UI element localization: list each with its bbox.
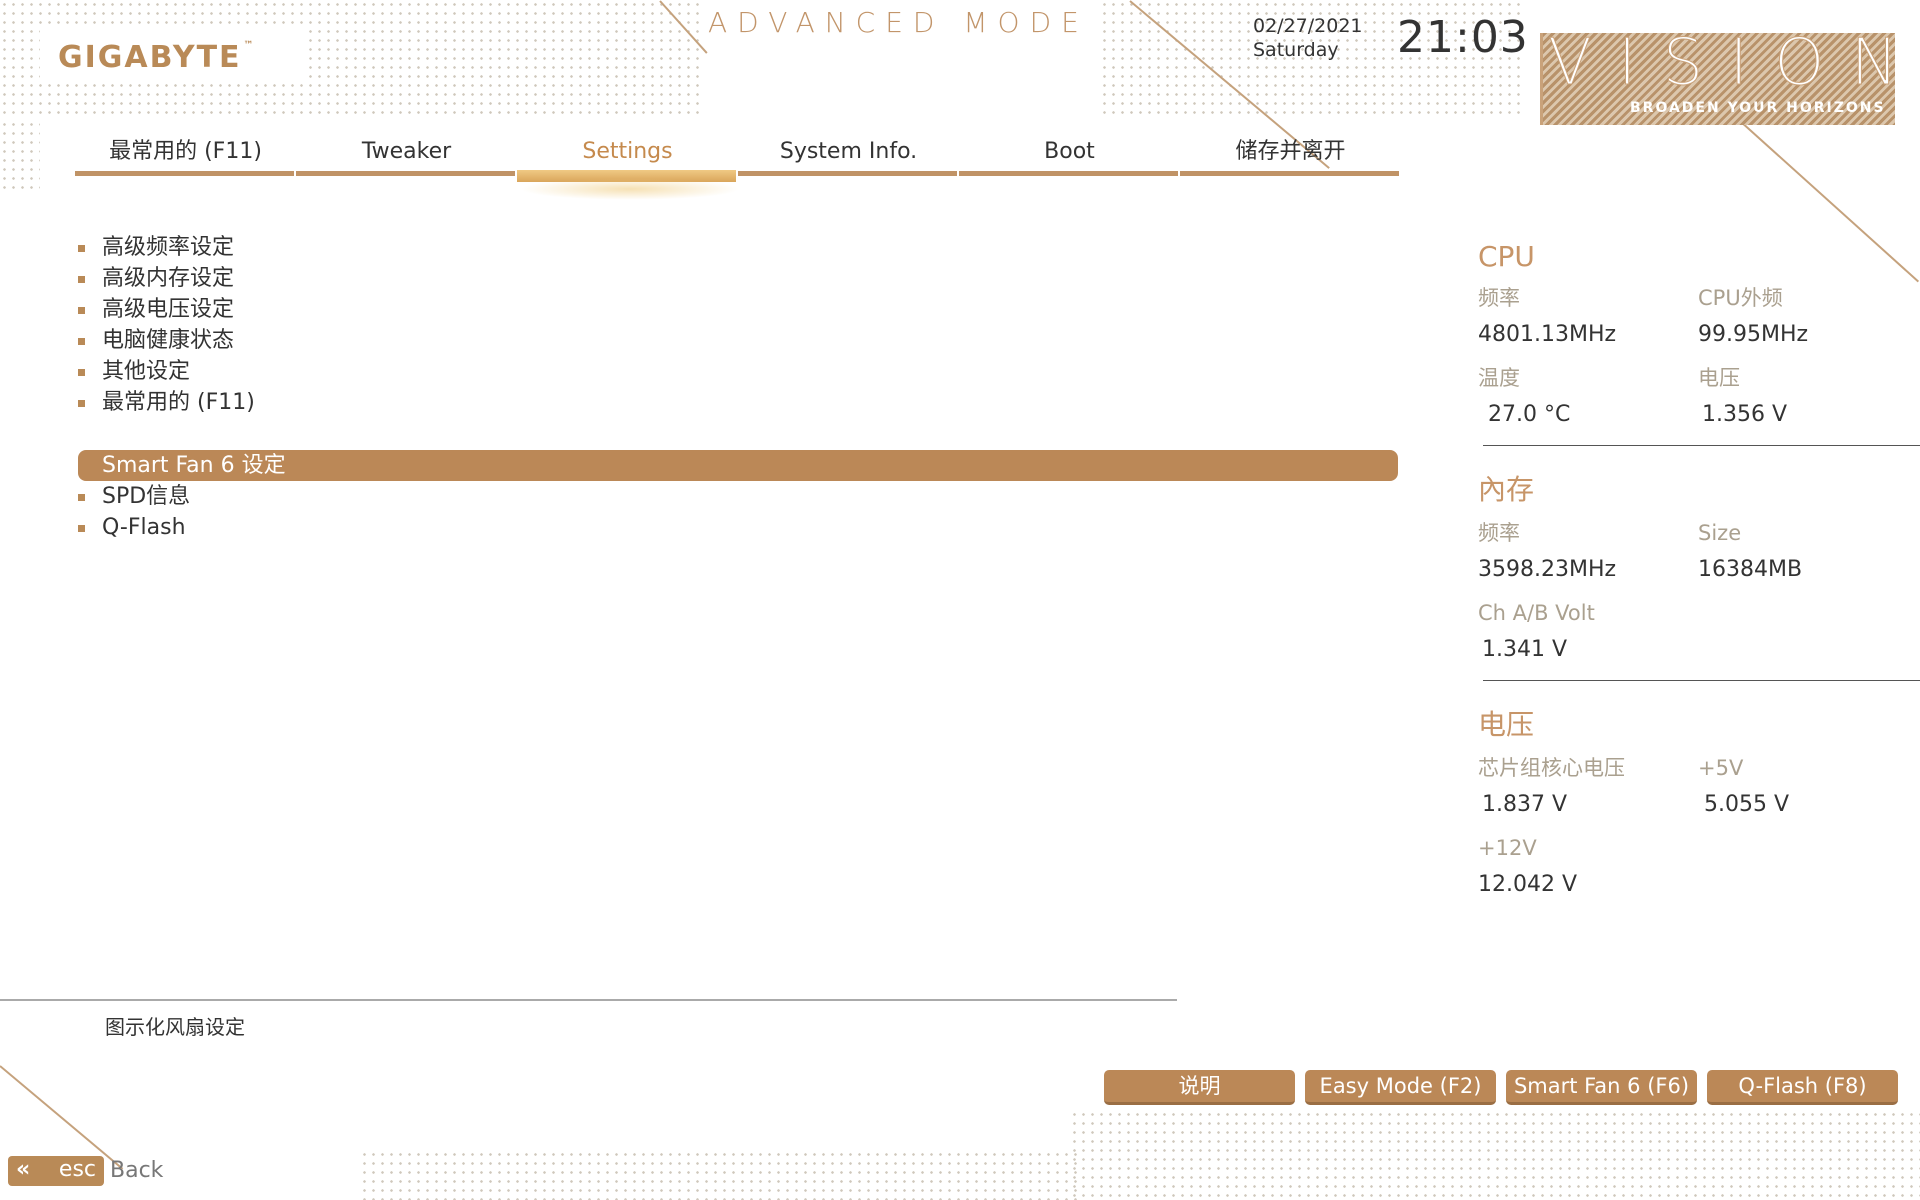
v5-label: +5V <box>1698 756 1744 780</box>
memory-size-value: 16384MB <box>1698 557 1803 582</box>
date-display: 02/27/2021 Saturday <box>1253 14 1363 62</box>
v12-label: +12V <box>1478 836 1537 860</box>
easy-mode-button[interactable]: Easy Mode (F2) <box>1305 1070 1496 1105</box>
clock: 21:03 <box>1397 12 1529 63</box>
chipset-voltage-value: 1.837 V <box>1482 792 1568 817</box>
cpu-voltage-value: 1.356 V <box>1702 402 1788 427</box>
cpu-bclk-value: 99.95MHz <box>1698 322 1809 347</box>
back-label[interactable]: Back <box>110 1158 163 1183</box>
cpu-bclk-label: CPU外频 <box>1698 286 1783 310</box>
menu-item-advanced-voltage[interactable]: 高级电压设定 <box>78 294 1398 325</box>
tab-save-exit[interactable]: 储存并离开 <box>1180 130 1401 176</box>
esc-label: esc <box>58 1157 96 1182</box>
section-divider <box>1483 680 1920 681</box>
cpu-temperature-value: 27.0 °C <box>1488 402 1571 427</box>
help-divider <box>0 999 1177 1001</box>
chipset-voltage-label: 芯片组核心电压 <box>1478 756 1625 780</box>
cpu-frequency-label: 频率 <box>1478 286 1520 310</box>
voltage-section-title: 电压 <box>1478 708 1535 741</box>
menu-gap <box>78 418 1398 450</box>
section-divider <box>1483 445 1920 446</box>
menu-item-spd-info[interactable]: SPD信息 <box>78 481 1398 512</box>
tab-boot[interactable]: Boot <box>959 130 1180 176</box>
memory-voltage-value: 1.341 V <box>1482 637 1568 662</box>
v12-value: 12.042 V <box>1478 872 1578 897</box>
date-text: 02/27/2021 <box>1253 15 1363 37</box>
cpu-frequency-value: 4801.13MHz <box>1478 322 1617 347</box>
gigabyte-logo: GIGABYTE ™ <box>58 40 256 75</box>
menu-item-advanced-frequency[interactable]: 高级频率设定 <box>78 232 1398 263</box>
vision-logo: VISION <box>1547 26 1920 101</box>
memory-frequency-value: 3598.23MHz <box>1478 557 1617 582</box>
side-dot-pattern <box>0 120 40 190</box>
memory-size-label: Size <box>1698 521 1742 545</box>
menu-item-misc-settings[interactable]: 其他设定 <box>78 356 1398 387</box>
memory-voltage-label: Ch A/B Volt <box>1478 601 1595 625</box>
footer-dot-pattern-bottom <box>360 1150 1080 1200</box>
memory-section-title: 內存 <box>1478 473 1535 506</box>
tab-settings[interactable]: Settings <box>517 130 738 182</box>
help-button[interactable]: 说明 <box>1104 1070 1295 1105</box>
q-flash-button[interactable]: Q-Flash (F8) <box>1707 1070 1898 1105</box>
menu-item-advanced-memory[interactable]: 高级内存设定 <box>78 263 1398 294</box>
footer-dot-pattern <box>1070 1110 1920 1200</box>
esc-button[interactable]: « esc <box>8 1156 104 1186</box>
day-text: Saturday <box>1253 39 1339 61</box>
tab-system-info[interactable]: System Info. <box>738 130 959 176</box>
v5-value: 5.055 V <box>1704 792 1790 817</box>
footer-diagonal-line <box>0 1065 124 1170</box>
mode-title: ADVANCED MODE <box>708 6 1089 39</box>
menu-item-pc-health[interactable]: 电脑健康状态 <box>78 325 1398 356</box>
cpu-voltage-label: 电压 <box>1698 366 1740 390</box>
menu-item-smart-fan[interactable]: Smart Fan 6 设定 <box>78 450 1398 481</box>
vision-slogan: BROADEN YOUR HORIZONS <box>1630 100 1886 116</box>
main-tabs: 最常用的 (F11) Tweaker Settings System Info.… <box>75 130 1405 182</box>
active-tab-glow <box>520 178 740 200</box>
help-description: 图示化风扇设定 <box>105 1015 245 1039</box>
cpu-temperature-label: 温度 <box>1478 366 1520 390</box>
cpu-section-title: CPU <box>1478 240 1535 273</box>
double-chevron-left-icon: « <box>16 1157 31 1182</box>
smart-fan-button[interactable]: Smart Fan 6 (F6) <box>1506 1070 1697 1105</box>
tab-favorites[interactable]: 最常用的 (F11) <box>75 130 296 176</box>
tab-tweaker[interactable]: Tweaker <box>296 130 517 176</box>
menu-item-q-flash[interactable]: Q-Flash <box>78 512 1398 543</box>
memory-frequency-label: 频率 <box>1478 521 1520 545</box>
settings-menu: 高级频率设定 高级内存设定 高级电压设定 电脑健康状态 其他设定 最常用的 (F… <box>78 232 1398 543</box>
hardware-monitor-panel: CPU 频率 4801.13MHz CPU外频 99.95MHz 温度 27.0… <box>1478 240 1920 911</box>
menu-item-favorites[interactable]: 最常用的 (F11) <box>78 387 1398 418</box>
